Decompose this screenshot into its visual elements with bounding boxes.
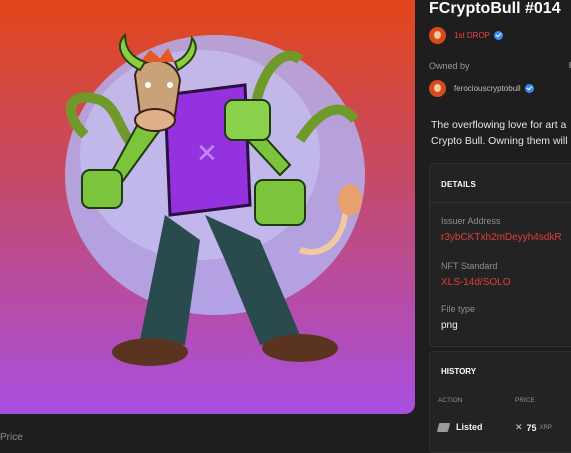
nft-artwork-illustration: ✕: [0, 0, 415, 414]
history-row-action: Listed: [436, 422, 483, 432]
collection-name[interactable]: 1st DROP: [454, 31, 490, 40]
owner-row[interactable]: ferociouscryptobull: [429, 80, 534, 97]
collection-row[interactable]: 1st DROP: [429, 27, 504, 44]
issuer-address-value[interactable]: r3ybCKTxh2mDeyyh4sdkR: [441, 232, 562, 243]
history-heading: HISTORY: [441, 367, 477, 376]
file-type-value: png: [441, 320, 458, 331]
svg-text:✕: ✕: [196, 139, 218, 169]
history-action: Listed: [456, 422, 483, 432]
history-price-unit: XRP: [539, 424, 552, 431]
verified-badge-icon: [524, 84, 534, 93]
verified-badge-icon: [494, 31, 504, 40]
column-header-action: ACTION: [438, 397, 463, 404]
owner-name[interactable]: ferociouscryptobull: [454, 84, 521, 93]
details-panel: DETAILS Issuer Address r3ybCKTxh2mDeyyh4…: [429, 163, 571, 347]
description-line: Crypto Bull. Owning them will: [431, 135, 568, 147]
history-price: 75: [526, 422, 537, 433]
xrp-icon: ✕: [515, 422, 523, 432]
owner-avatar: [429, 80, 446, 97]
tag-icon: [436, 422, 451, 432]
nft-title: FCryptoBull #014: [429, 0, 561, 17]
nft-description: The overflowing love for art a Crypto Bu…: [431, 117, 568, 149]
nft-artwork[interactable]: ✕: [0, 0, 415, 414]
owned-by-label: Owned by: [429, 61, 470, 71]
nft-standard-value[interactable]: XLS-14d/SOLO: [441, 277, 510, 288]
collection-avatar: [429, 27, 446, 44]
divider: [430, 202, 571, 203]
nft-standard-label: NFT Standard: [441, 261, 498, 271]
price-label: Price: [0, 432, 23, 443]
column-header-price: PRICE: [515, 397, 535, 404]
file-type-label: File type: [441, 304, 476, 314]
history-row-price: ✕ 75 XRP: [515, 422, 552, 433]
issuer-address-label: Issuer Address: [441, 216, 501, 226]
history-panel: HISTORY ACTION PRICE Listed ✕ 75 XRP: [429, 351, 571, 453]
description-line: The overflowing love for art a: [431, 119, 567, 131]
details-heading: DETAILS: [441, 180, 477, 189]
